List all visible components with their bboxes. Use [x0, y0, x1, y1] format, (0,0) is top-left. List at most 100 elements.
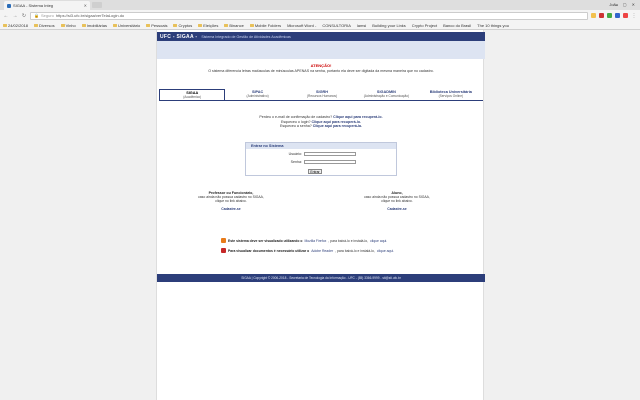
- recover-login-link[interactable]: Clique aqui para recuperá-lo.: [312, 120, 362, 124]
- bookmark-label: Mobile Folders: [254, 22, 282, 28]
- tab-title: SIGAA - Sistema Integ: [13, 3, 54, 8]
- folder-icon: [34, 23, 39, 27]
- bookmark-label: Cryptos: [178, 22, 193, 28]
- bookmark-label: lamsi: [356, 22, 367, 28]
- bookmark-item[interactable]: Imobiliárias: [81, 22, 107, 28]
- folder-icon: [60, 23, 65, 27]
- user-label: Usuário:: [288, 152, 302, 157]
- system-tab-biblioteca[interactable]: Biblioteca Universitária (Serviços Online…: [419, 89, 483, 100]
- student-register-link[interactable]: Cadastre-se: [387, 207, 406, 211]
- password-row: Senha:: [284, 160, 356, 165]
- bookmark-item[interactable]: Binance: [224, 23, 244, 28]
- student-text2: clique no link abaixo.: [381, 199, 413, 204]
- reload-icon[interactable]: ↻: [21, 13, 27, 19]
- system-tab-sipac[interactable]: SIPAC (Administrativo): [225, 89, 289, 100]
- bookmark-item[interactable]: Crypto Project: [156, 23, 437, 54]
- url-input[interactable]: 🔒 Seguro https://si3.ufc.br/sigaa/verTel…: [30, 11, 588, 20]
- header-band: [157, 41, 485, 59]
- login-header: Entrar no Sistema: [246, 143, 396, 149]
- firefox-note-text: Este sistema deve ser visualizado utiliz…: [228, 238, 303, 243]
- bookmark-label: The 10 things you: [477, 22, 509, 28]
- recover-email-link[interactable]: Clique aqui para recuperá-lo.: [333, 115, 383, 119]
- folder-icon: [198, 23, 203, 27]
- professor-register-link[interactable]: Cadastre-se: [221, 207, 240, 211]
- bookmark-item[interactable]: Eleições: [198, 23, 218, 28]
- sigaa-subtitle: Sistema Integrado de Gestão de Atividade…: [201, 34, 291, 39]
- password-input[interactable]: [304, 160, 356, 165]
- address-bar: ← → ↻ 🔒 Seguro https://si3.ufc.br/sigaa/…: [0, 10, 640, 21]
- bookmark-label: Imobiliárias: [86, 22, 107, 28]
- password-label: Senha:: [290, 160, 302, 165]
- folder-icon: [3, 23, 7, 27]
- forward-icon[interactable]: →: [12, 13, 18, 19]
- bookmark-item[interactable]: Microsoft Word -: [156, 22, 317, 54]
- user-input[interactable]: [304, 152, 356, 157]
- warning-title: ATENÇÃO!: [310, 63, 332, 68]
- bookmark-label: Microsoft Word -: [287, 22, 317, 28]
- bookmark-item[interactable]: Vinho: [60, 22, 76, 28]
- user-row: Usuário:: [284, 152, 356, 157]
- system-tab-sigadmin[interactable]: SIGADMIN (Administração e Comunicação): [354, 89, 418, 100]
- bookmark-item[interactable]: The 10 things you: [156, 22, 509, 54]
- extension-icon[interactable]: [615, 13, 620, 18]
- bookmark-label: CONSULTORIA: [322, 22, 351, 28]
- adobe-download-link[interactable]: clique aqui.: [377, 249, 394, 253]
- close-tab-icon[interactable]: ✕: [84, 3, 87, 8]
- window-controls[interactable]: – ▢ ✕: [615, 2, 637, 7]
- bookmark-item[interactable]: Mobile Folders: [249, 22, 282, 28]
- bookmark-item[interactable]: Universitário: [113, 23, 140, 28]
- firefox-icon: [221, 238, 226, 243]
- recovery-login-text: Esqueceu o login?: [280, 119, 311, 124]
- bookmark-label: Banco do Brasil: [443, 22, 472, 28]
- adobe-note: Para visualizar documentos é necessário …: [221, 248, 394, 253]
- professor-text2: clique no link abaixo.: [215, 199, 247, 204]
- bookmark-item[interactable]: CONSULTORIA: [156, 22, 351, 54]
- adobe-link[interactable]: Adobe Reader: [311, 249, 333, 253]
- firefox-link[interactable]: Mozilla Firefox: [304, 239, 326, 243]
- bookmarks-bar: 24/02/2018 Diversos Vinho Imobiliárias Unive…: [0, 21, 640, 54]
- lock-icon: 🔒: [34, 13, 39, 18]
- extension-icon[interactable]: [623, 13, 628, 18]
- bookmark-label: Universitário: [118, 22, 141, 28]
- bookmark-item[interactable]: lamsi: [156, 22, 367, 54]
- folder-icon: [146, 23, 151, 27]
- bookmark-label: 24/02/2018: [8, 22, 29, 28]
- firefox-download-link[interactable]: clique aqui.: [370, 239, 387, 243]
- new-tab-button[interactable]: [92, 2, 102, 8]
- secure-label: Seguro: [40, 13, 54, 18]
- system-tab-sigaa[interactable]: SIGAA (Acadêmico): [159, 89, 226, 100]
- sigaa-header: UFC - SIGAA - Sistema Integrado de Gestã…: [157, 32, 485, 41]
- system-tab-sigrh[interactable]: SIGRH (Recursos Humanos): [290, 89, 354, 100]
- page-content: UFC - SIGAA - Sistema Integrado de Gestã…: [156, 30, 485, 400]
- bookmark-item[interactable]: Cryptos: [173, 23, 192, 28]
- extension-icon[interactable]: [607, 13, 612, 18]
- browser-tabbar: SIGAA - Sistema Integ ✕ João – ▢ ✕: [0, 0, 640, 10]
- system-tab-desc: (Recursos Humanos): [306, 94, 338, 98]
- bookmark-item[interactable]: 24/02/2018: [3, 23, 28, 28]
- footer: SIGAA | Copyright © 2006-2018 - Secretar…: [157, 274, 485, 282]
- star-icon[interactable]: [591, 13, 596, 18]
- bookmark-label: Building your Links: [372, 22, 406, 28]
- adobe-reader-icon: [221, 248, 226, 253]
- bookmark-item[interactable]: Banco do Brasil: [156, 22, 472, 54]
- bookmark-item[interactable]: Diversos: [34, 23, 55, 28]
- firefox-note-mid: , para baixá-lo e instalá-lo,: [328, 238, 369, 243]
- enter-button[interactable]: Entrar: [308, 169, 322, 174]
- professor-register: Professor ou Funcionário, caso ainda não…: [181, 191, 281, 211]
- menu-icon[interactable]: ⋮: [631, 13, 637, 19]
- adobe-note-text: Para visualizar documentos é necessário …: [228, 248, 310, 253]
- recover-password-link[interactable]: Clique aqui para recuperá-la.: [313, 124, 362, 128]
- bookmark-label: Vinho: [65, 22, 76, 28]
- back-icon[interactable]: ←: [3, 13, 9, 19]
- folder-icon: [173, 23, 178, 27]
- extension-icon[interactable]: [599, 13, 604, 18]
- system-tab-desc: (Administração e Comunicação): [363, 94, 410, 98]
- bookmark-item[interactable]: Building your Links: [156, 22, 406, 54]
- adobe-note-mid: , para baixá-lo e instalá-lo,: [335, 248, 375, 253]
- system-tab-desc: (Administrativo): [246, 94, 269, 98]
- system-tabs: SIGAA (Acadêmico) SIPAC (Administrativo) SIG…: [159, 89, 483, 101]
- recovery-email-text: Perdeu o e-mail de confirmação de cadast…: [259, 115, 333, 119]
- browser-tab[interactable]: SIGAA - Sistema Integ ✕: [4, 1, 90, 10]
- url-text: https://si3.ufc.br/sigaa/verTelaLogin.do: [55, 13, 125, 18]
- bookmark-item[interactable]: Pessoais: [146, 23, 167, 28]
